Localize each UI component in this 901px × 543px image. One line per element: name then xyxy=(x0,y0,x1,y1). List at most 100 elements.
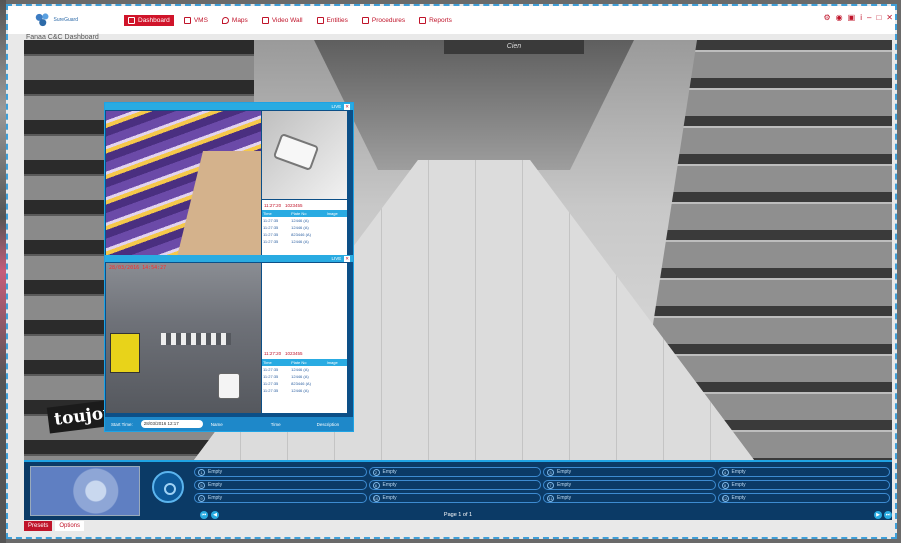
col-plate: Plate No xyxy=(290,210,326,217)
preset-slot[interactable]: 5 Empty xyxy=(194,480,367,490)
live-label: LIVE xyxy=(331,256,342,261)
slot-label: Empty xyxy=(208,495,223,501)
nav-vms[interactable]: VMS xyxy=(180,15,212,26)
slot-number: 3 xyxy=(547,468,554,476)
preset-slot[interactable]: 3 Empty xyxy=(543,467,716,477)
nav-reports[interactable]: Reports xyxy=(415,15,456,26)
nav-dashboard[interactable]: Dashboard xyxy=(124,14,174,26)
event-time: 11:27:20 1023455 xyxy=(264,203,303,208)
alerts-panel[interactable]: LIVE ✕ 11:27:20 1023455 Time Plate No Im… xyxy=(104,102,354,432)
col-name-header: Name xyxy=(210,421,223,427)
camera-feed-street[interactable]: 28/03/2016 14:54:27 xyxy=(106,263,261,413)
table-row[interactable]: 11:27:35 12446 (A) xyxy=(262,366,347,373)
top-bar: SureGuard Dashboard VMS Maps Video Wall … xyxy=(8,6,895,34)
info-icon[interactable]: i xyxy=(860,14,862,22)
preset-slot[interactable]: 9 Empty xyxy=(194,493,367,503)
dashboard-icon xyxy=(128,16,135,24)
maximize-icon[interactable]: □ xyxy=(876,14,881,22)
shelves-back xyxy=(314,40,634,170)
event-list-a: 11:27:20 1023455 Time Plate No Image 11:… xyxy=(262,200,347,256)
nav-procedures[interactable]: Procedures xyxy=(358,15,409,26)
slot-label: Empty xyxy=(557,495,572,501)
next-page-button[interactable]: ▶ xyxy=(874,511,882,519)
app-window: SureGuard Dashboard VMS Maps Video Wall … xyxy=(6,4,897,539)
camera-feed-car[interactable] xyxy=(262,111,347,199)
table-row[interactable]: 11:27:35 12446 (A) xyxy=(262,224,347,231)
procedures-icon xyxy=(361,16,369,24)
col-image: Image xyxy=(325,359,347,366)
start-time-label: Start Time: xyxy=(111,421,133,427)
slot-label: Empty xyxy=(557,469,572,475)
bottom-tabs: Presets Options xyxy=(24,521,85,531)
event-time: 11:27:20 1023455 xyxy=(264,351,303,356)
table-row[interactable]: 11:27:35 12446 (A) xyxy=(262,373,347,380)
nav-label: Video Wall xyxy=(271,16,303,24)
slot-label: Empty xyxy=(208,482,223,488)
slot-number: 6 xyxy=(372,481,380,489)
col-plate: Plate No xyxy=(290,359,326,366)
col-time-header: Time xyxy=(270,421,281,427)
camera-icon xyxy=(183,16,191,24)
col-time: Time xyxy=(262,210,291,217)
panel-footer: Start Time: 28/03/2016 12:17 Name Time D… xyxy=(105,417,353,431)
tab-options[interactable]: Options xyxy=(55,521,85,531)
preset-slot[interactable]: 11 Empty xyxy=(543,493,716,503)
camera-feed-store[interactable] xyxy=(106,111,261,256)
slot-number: 8 xyxy=(721,481,729,489)
subpanel-close-button[interactable]: ✕ xyxy=(344,255,350,262)
preset-slot[interactable]: 2 Empty xyxy=(368,467,541,477)
ceiling-sign: Cien xyxy=(444,40,584,54)
table-row[interactable]: 11:27:35 12446 (A) xyxy=(262,387,347,394)
preset-slot[interactable]: 12 Empty xyxy=(717,493,890,503)
col-time: Time xyxy=(262,359,291,366)
slot-number: 2 xyxy=(372,468,380,476)
close-icon[interactable]: ✕ xyxy=(886,14,893,22)
preset-slots: 1 Empty 2 Empty 3 Empty 4 Empty 5 Empty 6 Empt… xyxy=(194,467,890,503)
record-icon[interactable]: ◉ xyxy=(836,14,843,22)
slot-label: Empty xyxy=(731,495,746,501)
slot-number: 10 xyxy=(372,494,380,502)
last-page-button[interactable]: ⏭ xyxy=(884,511,892,519)
nav-video-wall[interactable]: Video Wall xyxy=(258,15,307,26)
preset-slot[interactable]: 4 Empty xyxy=(717,467,890,477)
table-row[interactable]: 11:27:35 12446 (A) xyxy=(262,238,347,245)
window-controls: ⚙ ◉ ▣ i – □ ✕ xyxy=(824,14,894,22)
slot-number: 5 xyxy=(198,481,205,489)
panel-close-button[interactable]: ✕ xyxy=(344,103,350,110)
nav-maps[interactable]: Maps xyxy=(218,15,252,26)
preset-slot[interactable]: 7 Empty xyxy=(543,480,716,490)
slot-number: 4 xyxy=(721,468,729,476)
slot-label: Empty xyxy=(208,469,223,475)
nav-entities[interactable]: Entities xyxy=(313,15,352,26)
table-row[interactable]: 11:27:35 823446 (A) xyxy=(262,231,347,238)
ptz-control-icon[interactable] xyxy=(152,471,184,503)
preset-slot[interactable]: 1 Empty xyxy=(194,467,367,477)
slot-label: Empty xyxy=(557,482,572,488)
tab-presets[interactable]: Presets xyxy=(24,521,53,531)
preset-slot[interactable]: 10 Empty xyxy=(368,493,541,503)
table-row[interactable]: 11:27:35 823446 (A) xyxy=(262,380,347,387)
bottom-dock: 1 Empty 2 Empty 3 Empty 4 Empty 5 Empty 6 Empt… xyxy=(24,460,892,520)
minimize-icon[interactable]: – xyxy=(867,14,871,22)
minimap[interactable] xyxy=(30,466,140,516)
panel-subheader: LIVE ✕ xyxy=(105,255,353,262)
slot-label: Empty xyxy=(382,482,397,488)
slot-number: 1 xyxy=(198,468,205,476)
slot-number: 7 xyxy=(547,481,554,489)
main-nav: Dashboard VMS Maps Video Wall Entities P… xyxy=(124,14,456,26)
crosswalk xyxy=(161,333,231,345)
nav-label: VMS xyxy=(193,16,208,24)
slot-label: Empty xyxy=(382,469,397,475)
table-row[interactable]: 11:27:35 12446 (A) xyxy=(262,217,347,224)
preset-slot[interactable]: 8 Empty xyxy=(717,480,890,490)
main-video-view[interactable]: Cien toujours LIVE ✕ 11:27:20 1023455 Ti… xyxy=(24,40,892,460)
bus-shape xyxy=(110,333,140,373)
settings-icon[interactable]: ⚙ xyxy=(824,14,831,22)
event-list-b: 11:27:20 1023455 Time Plate No Image 11:… xyxy=(262,263,347,413)
feed-timestamp: 28/03/2016 14:54:27 xyxy=(109,265,167,271)
start-time-input[interactable]: 28/03/2016 12:17 xyxy=(140,420,203,428)
preset-slot[interactable]: 6 Empty xyxy=(368,480,541,490)
layout-icon[interactable]: ▣ xyxy=(848,14,856,22)
slot-number: 12 xyxy=(721,494,729,502)
nav-label: Procedures xyxy=(371,16,406,24)
